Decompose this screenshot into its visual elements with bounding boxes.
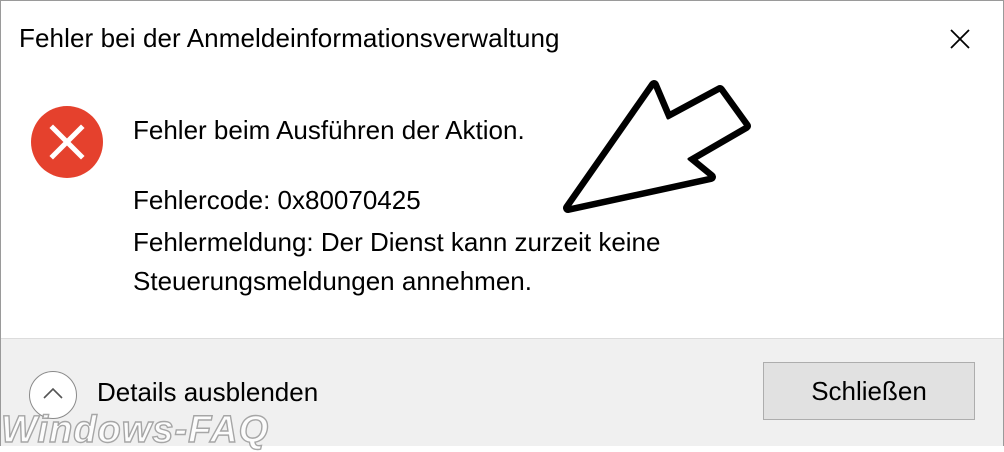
details-toggle-label[interactable]: Details ausblenden <box>97 377 318 408</box>
error-message-line-2: Steuerungsmeldungen annehmen. <box>133 266 532 296</box>
dialog-title: Fehler bei der Anmeldeinformationsverwal… <box>19 23 560 53</box>
error-code: Fehlercode: 0x80070425 <box>133 185 421 215</box>
error-message-line-1: Fehlermeldung: Der Dienst kann zurzeit k… <box>133 227 661 257</box>
error-dialog: Fehler bei der Anmeldeinformationsverwal… <box>0 0 1004 452</box>
error-icon <box>31 106 103 178</box>
error-message-main: Fehler beim Ausführen der Aktion. <box>133 115 525 145</box>
pointer-arrow-icon <box>556 69 756 214</box>
title-bar: Fehler bei der Anmeldeinformationsverwal… <box>1 1 1003 81</box>
close-icon[interactable] <box>939 19 981 59</box>
close-button[interactable]: Schließen <box>763 362 975 420</box>
